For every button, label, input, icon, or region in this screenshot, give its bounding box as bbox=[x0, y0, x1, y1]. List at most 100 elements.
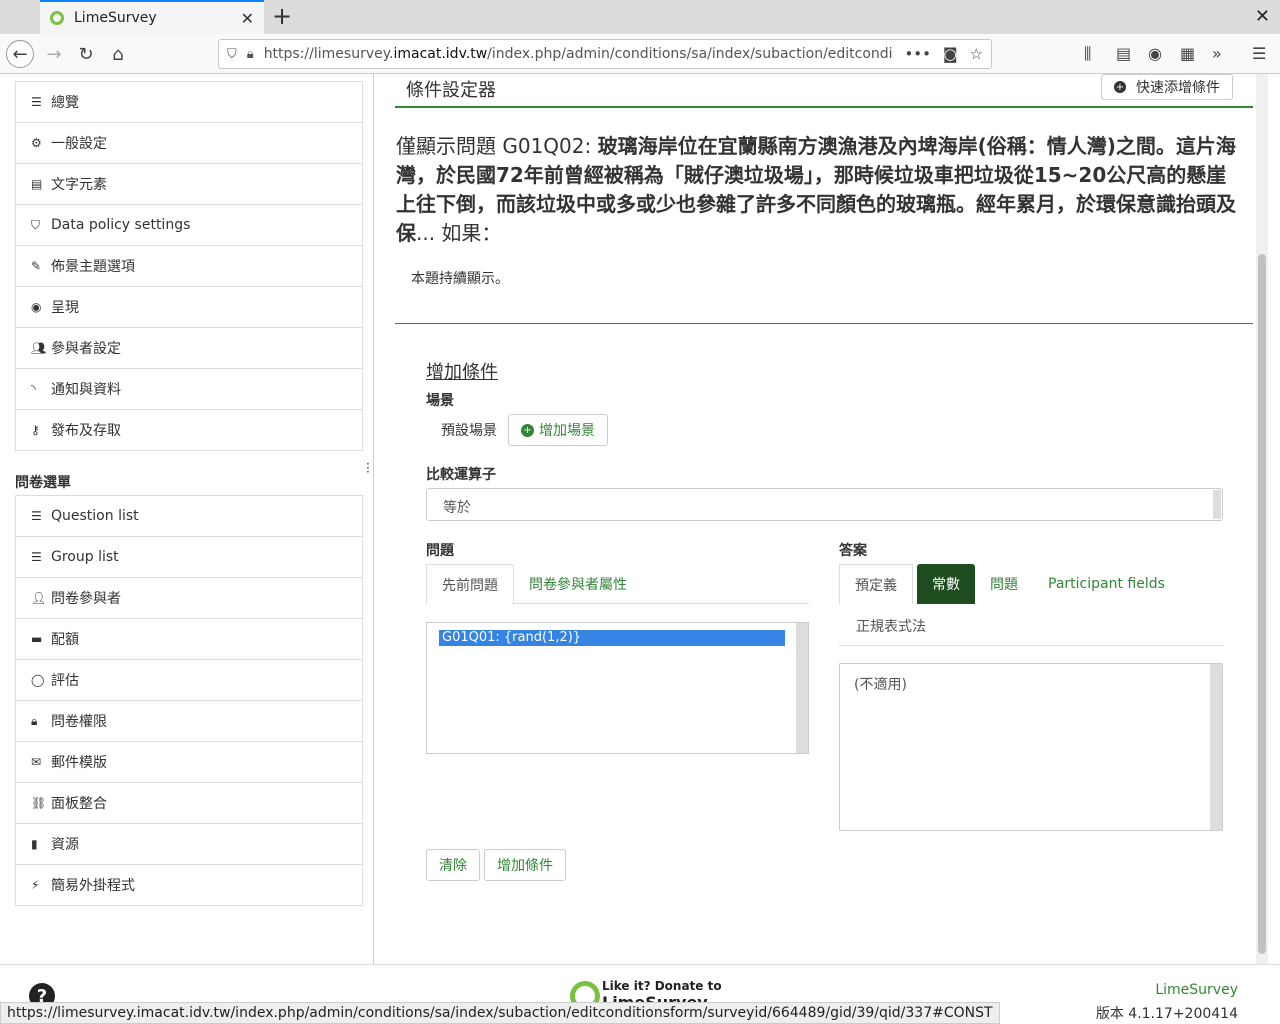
survey-menu-item[interactable]: ▮ 資源 bbox=[15, 824, 363, 865]
operator-select[interactable]: 等於 bbox=[426, 488, 1223, 521]
textarea-scrollbar[interactable] bbox=[1210, 664, 1222, 830]
survey-menu: ☰ Question list ☰ Group list 👤︎ 問卷參與者 ▬ 配額 ◯ 評估 🔒︎… bbox=[15, 495, 363, 906]
tab-title: LimeSurvey bbox=[74, 10, 157, 26]
survey-menu-item[interactable]: ✉ 郵件模版 bbox=[15, 742, 363, 783]
pocket-icon[interactable]: ◙ bbox=[943, 45, 958, 63]
window-close-icon[interactable]: ✕ bbox=[1255, 6, 1270, 27]
survey-menu-item-label: Question list bbox=[51, 508, 139, 524]
settings-menu-item[interactable]: 👥︎ 參與者設定 bbox=[15, 328, 363, 369]
plug-icon: ⚡ bbox=[31, 878, 40, 892]
survey-menu-item[interactable]: ◯ 評估 bbox=[15, 660, 363, 701]
settings-menu-item-label: 參與者設定 bbox=[51, 341, 121, 357]
survey-menu-item-label: 簡易外掛程式 bbox=[51, 878, 135, 894]
tab-previous-questions[interactable]: 先前問題 bbox=[426, 564, 514, 604]
question-listbox[interactable]: G01Q01: {rand(1,2)} bbox=[426, 622, 809, 754]
clear-button[interactable]: 清除 bbox=[426, 849, 480, 881]
reload-icon[interactable]: ↻ bbox=[72, 40, 100, 68]
browser-tab[interactable]: LimeSurvey ✕ bbox=[40, 0, 264, 34]
question-option[interactable]: G01Q01: {rand(1,2)} bbox=[439, 630, 785, 646]
settings-menu-item[interactable]: ⛉ Data policy settings bbox=[15, 205, 363, 246]
forward-icon[interactable]: → bbox=[40, 40, 68, 68]
settings-menu-item[interactable]: ☰ 總覽 bbox=[15, 82, 363, 123]
main-content: 條件設定器 + 快速添增條件 僅顯示問題 G01Q02: 玻璃海岸位在宜蘭縣南方… bbox=[375, 74, 1268, 964]
plus-circle-icon: + bbox=[1114, 81, 1126, 93]
tab-participant-fields[interactable]: Participant fields bbox=[1033, 564, 1180, 604]
drag-handle-icon[interactable]: · · · bbox=[366, 458, 370, 478]
title-divider bbox=[395, 106, 1253, 108]
survey-menu-item[interactable]: ⛓ 面板整合 bbox=[15, 783, 363, 824]
limesurvey-favicon-icon bbox=[50, 11, 64, 25]
users-icon: 👥︎ bbox=[31, 341, 47, 355]
page: ☰ 總覽 ⚙ 一般設定 ▤ 文字元素 ⛉ Data policy settings ✎ 佈景主題選… bbox=[0, 74, 1280, 1024]
tab-regex[interactable]: 正規表式法 bbox=[839, 606, 941, 646]
survey-menu-item[interactable]: ☰ Question list bbox=[15, 496, 363, 537]
list-icon: ☰ bbox=[31, 550, 42, 564]
settings-menu-item-label: 文字元素 bbox=[51, 177, 107, 193]
quick-add-label: 快速添增條件 bbox=[1136, 80, 1220, 96]
settings-menu-item[interactable]: ✎ 佈景主題選項 bbox=[15, 246, 363, 287]
survey-menu-item-label: 配額 bbox=[51, 632, 79, 648]
url-bar[interactable]: ⛉ 🔒︎ https://limesurvey.imacat.idv.tw/in… bbox=[218, 39, 992, 69]
file-text-icon: ▤ bbox=[31, 177, 43, 191]
back-icon[interactable]: ← bbox=[6, 40, 34, 68]
home-icon[interactable]: ⌂ bbox=[104, 40, 132, 68]
add-condition-button[interactable]: 增加條件 bbox=[484, 849, 566, 881]
survey-menu-item[interactable]: ☰ Group list bbox=[15, 537, 363, 578]
quick-add-condition-button[interactable]: + 快速添增條件 bbox=[1101, 74, 1233, 100]
sidebar-toggle-icon[interactable]: ▤ bbox=[1116, 44, 1131, 63]
browser-tabbar: LimeSurvey ✕ + ✕ bbox=[0, 0, 1280, 34]
browser-navbar: ← → ↻ ⌂ ⛉ 🔒︎ https://limesurvey.imacat.i… bbox=[0, 34, 1280, 74]
settings-menu-item[interactable]: ▤ 文字元素 bbox=[15, 164, 363, 205]
overflow-icon[interactable]: » bbox=[1212, 44, 1222, 63]
new-tab-icon[interactable]: + bbox=[270, 2, 294, 30]
shield-icon: ⛉ bbox=[31, 217, 41, 232]
link-icon: ⛓ bbox=[31, 796, 47, 810]
tracking-shield-icon[interactable]: ⛉ bbox=[227, 47, 237, 62]
url-text[interactable]: https://limesurvey.imacat.idv.tw/index.p… bbox=[264, 46, 893, 62]
settings-menu-item-label: Data policy settings bbox=[51, 217, 191, 233]
tab-predefined[interactable]: 預定義 bbox=[839, 564, 913, 604]
survey-menu-item[interactable]: 🔒︎ 問卷權限 bbox=[15, 701, 363, 742]
user-icon: 👤︎ bbox=[31, 591, 47, 605]
survey-menu-item[interactable]: ⚡ 簡易外掛程式 bbox=[15, 865, 363, 906]
add-scenario-button[interactable]: + 增加場景 bbox=[508, 414, 608, 446]
settings-menu-item[interactable]: ⚷ 發布及存取 bbox=[15, 410, 363, 451]
account-icon[interactable]: ◉ bbox=[1148, 44, 1162, 63]
lock-icon[interactable]: 🔒︎ bbox=[247, 47, 254, 62]
survey-menu-item-label: 資源 bbox=[51, 837, 79, 853]
operator-value: 等於 bbox=[443, 500, 471, 516]
bookmark-star-icon[interactable]: ☆ bbox=[970, 45, 983, 63]
survey-menu-item[interactable]: ▬ 配額 bbox=[15, 619, 363, 660]
tab-question[interactable]: 問題 bbox=[975, 564, 1033, 604]
answer-tab-underline bbox=[839, 645, 1223, 646]
status-bar-url: https://limesurvey.imacat.idv.tw/index.p… bbox=[0, 1002, 1000, 1024]
limesurvey-link[interactable]: LimeSurvey bbox=[1155, 982, 1238, 998]
lock-icon: 🔒︎ bbox=[31, 713, 38, 728]
answer-textarea[interactable]: (不適用) bbox=[839, 663, 1223, 831]
settings-menu-item[interactable]: ◉ 呈現 bbox=[15, 287, 363, 328]
settings-menu-item[interactable]: ◝ 通知與資料 bbox=[15, 369, 363, 410]
section-divider bbox=[395, 323, 1253, 324]
settings-menu-item[interactable]: ⚙ 一般設定 bbox=[15, 123, 363, 164]
settings-menu-item-label: 佈景主題選項 bbox=[51, 259, 135, 275]
sidebar-resizer[interactable]: · · · bbox=[362, 74, 374, 964]
more-icon[interactable]: ••• bbox=[904, 45, 931, 63]
plus-circle-icon: + bbox=[521, 423, 534, 437]
library-icon[interactable]: ⫼ bbox=[1084, 44, 1091, 64]
page-scrollbar[interactable] bbox=[1256, 74, 1268, 964]
tab-close-icon[interactable]: ✕ bbox=[241, 9, 254, 28]
sidebar: ☰ 總覽 ⚙ 一般設定 ▤ 文字元素 ⛉ Data policy settings ✎ 佈景主題選… bbox=[0, 74, 374, 964]
question-label: 問題 bbox=[426, 543, 454, 559]
scrollbar-thumb[interactable] bbox=[1258, 254, 1266, 954]
list-icon: ☰ bbox=[31, 509, 42, 523]
extensions-icon[interactable]: ▦ bbox=[1180, 44, 1195, 63]
tab-participant-attributes[interactable]: 問卷參與者屬性 bbox=[514, 564, 642, 604]
select-arrow-icon[interactable] bbox=[1213, 490, 1221, 519]
add-scenario-label: 增加場景 bbox=[539, 423, 595, 439]
listbox-scrollbar[interactable] bbox=[796, 623, 808, 753]
cogs-icon: ⚙ bbox=[31, 136, 42, 150]
survey-menu-item[interactable]: 👤︎ 問卷參與者 bbox=[15, 578, 363, 619]
tab-constant[interactable]: 常數 bbox=[917, 564, 975, 604]
menu-icon[interactable]: ☰ bbox=[1252, 44, 1266, 63]
survey-menu-item-label: 郵件模版 bbox=[51, 755, 107, 771]
